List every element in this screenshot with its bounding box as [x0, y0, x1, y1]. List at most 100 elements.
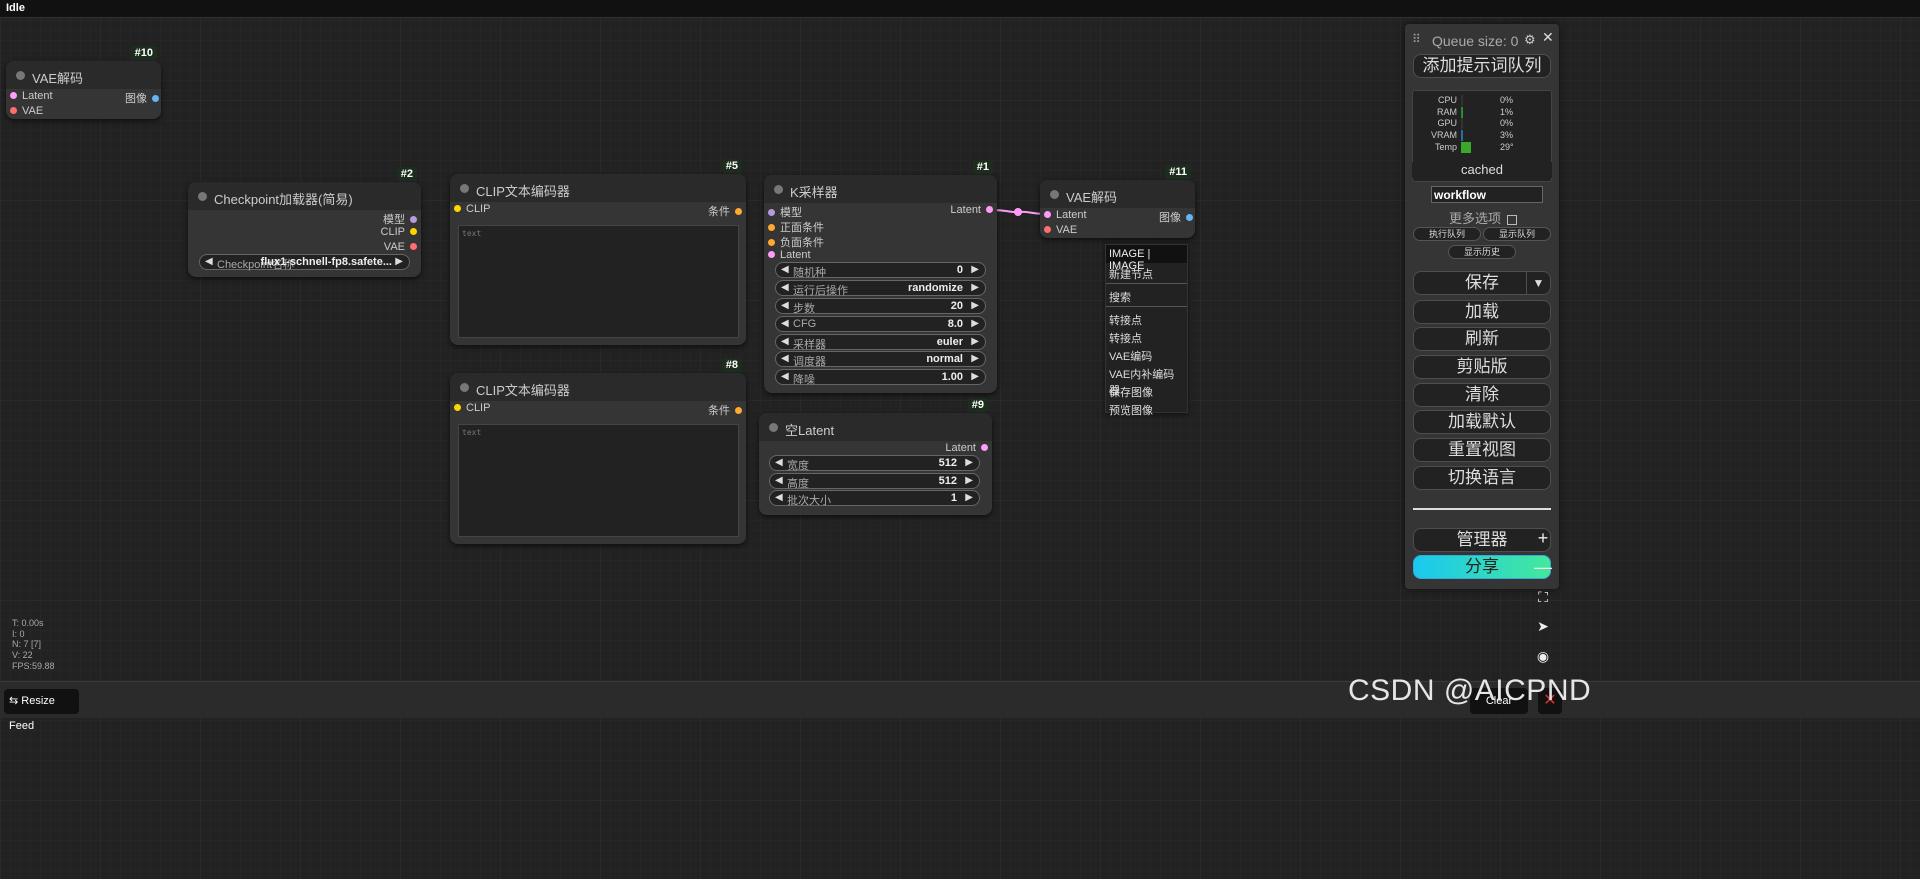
arrow-right-icon[interactable]: ▶ [971, 353, 979, 364]
arrow-right-icon[interactable]: ▶ [965, 457, 973, 468]
latent-pin-icon[interactable] [1044, 210, 1051, 218]
arrow-left-icon[interactable]: ◀ [781, 318, 789, 329]
node-ksampler[interactable]: #1 K采样器 模型 正面条件 负面条件 Latent Latent ◀ 随机种 0… [764, 160, 997, 393]
more-options-checkbox[interactable] [1506, 214, 1517, 225]
node-checkpoint-loader[interactable]: #2 Checkpoint加载器(简易) 模型 CLIP VAE ◀ Check… [188, 167, 421, 277]
vae-pin-icon[interactable] [410, 242, 417, 250]
arrow-left-icon[interactable]: ◀ [781, 371, 789, 382]
drag-handle-icon[interactable]: ⠿ [1412, 32, 1421, 46]
input-slot-latent[interactable]: Latent [768, 249, 811, 261]
arrow-left-icon[interactable]: ◀ [781, 300, 789, 311]
input-slot-latent[interactable]: Latent [10, 90, 53, 102]
widget-height[interactable]: ◀ 高度 512 ▶ [769, 473, 980, 490]
latent-pin-icon[interactable] [768, 250, 775, 258]
conditioning-pin-icon[interactable] [768, 238, 775, 246]
arrow-right-icon[interactable]: ▶ [971, 282, 979, 293]
arrow-left-icon[interactable]: ◀ [781, 353, 789, 364]
collapse-dot-icon[interactable] [16, 71, 25, 80]
node-vae-decode-10[interactable]: #10 VAE解码 Latent VAE 图像 [6, 46, 161, 119]
resize-feed-button[interactable]: ⇆ Resize Feed [4, 689, 79, 732]
conditioning-pin-icon[interactable] [768, 223, 775, 231]
vae-pin-icon[interactable] [1044, 225, 1051, 233]
menu-item-reroute-1[interactable]: 转接点 [1106, 309, 1187, 327]
output-slot-image[interactable]: 图像 [1159, 209, 1193, 225]
zoom-out-icon[interactable]: — [1528, 553, 1558, 581]
latent-pin-icon[interactable] [986, 205, 993, 213]
clip-pin-icon[interactable] [410, 227, 417, 235]
clear-button[interactable]: 清除 [1413, 383, 1551, 407]
output-slot-clip[interactable]: CLIP [381, 226, 417, 238]
latent-pin-icon[interactable] [10, 91, 17, 99]
collapse-dot-icon[interactable] [460, 184, 469, 193]
model-pin-icon[interactable] [410, 215, 417, 223]
collapse-dot-icon[interactable] [460, 383, 469, 392]
input-slot-model[interactable]: 模型 [768, 204, 802, 220]
widget-cfg[interactable]: ◀ CFG 8.0 ▶ [775, 316, 986, 332]
show-queue-button[interactable]: 显示队列 [1483, 227, 1551, 241]
eye-icon[interactable]: ◉ [1528, 642, 1558, 670]
arrow-right-icon[interactable]: ▶ [971, 300, 979, 311]
close-icon[interactable]: ✕ [1542, 29, 1554, 46]
menu-item-save-image[interactable]: 保存图像 [1106, 381, 1187, 399]
save-button[interactable]: 保存 ▼ [1413, 271, 1551, 295]
node-title[interactable]: K采样器 [764, 175, 997, 203]
arrow-right-icon[interactable]: ▶ [971, 318, 979, 329]
arrow-right-icon[interactable]: ▶ [971, 264, 979, 275]
arrow-right-icon[interactable]: ▶ [971, 336, 979, 347]
image-pin-icon[interactable] [1186, 213, 1193, 221]
vae-pin-icon[interactable] [10, 106, 17, 114]
node-title[interactable]: CLIP文本编码器 [450, 174, 746, 202]
output-slot-conditioning[interactable]: 条件 [708, 203, 742, 219]
collapse-dot-icon[interactable] [198, 192, 207, 201]
conditioning-pin-icon[interactable] [735, 207, 742, 215]
input-slot-vae[interactable]: VAE [10, 105, 43, 117]
output-slot-model[interactable]: 模型 [383, 211, 417, 227]
widget-sampler[interactable]: ◀ 采样器 euler ▶ [775, 334, 986, 351]
widget-steps[interactable]: ◀ 步数 20 ▶ [775, 298, 986, 315]
reset-view-button[interactable]: 重置视图 [1413, 438, 1551, 462]
input-slot-clip[interactable]: CLIP [454, 402, 490, 414]
conditioning-pin-icon[interactable] [735, 406, 742, 414]
send-arrow-icon[interactable]: ➤ [1528, 612, 1558, 640]
arrow-left-icon[interactable]: ◀ [205, 256, 213, 267]
menu-item-reroute-2[interactable]: 转接点 [1106, 327, 1187, 345]
fit-view-icon[interactable]: ⛶ [1528, 583, 1558, 611]
more-options-row[interactable]: 更多选项 [1449, 208, 1517, 227]
arrow-left-icon[interactable]: ◀ [775, 492, 783, 503]
node-clip-text-encode-8[interactable]: #8 CLIP文本编码器 CLIP 条件 text [450, 358, 746, 544]
input-slot-negative[interactable]: 负面条件 [768, 234, 824, 250]
arrow-left-icon[interactable]: ◀ [781, 282, 789, 293]
widget-batch-size[interactable]: ◀ 批次大小 1 ▶ [769, 490, 980, 507]
prompt-textarea[interactable]: text [458, 424, 739, 537]
menu-item-preview-image[interactable]: 预览图像 [1106, 399, 1187, 417]
widget-seed[interactable]: ◀ 随机种 0 ▶ [775, 262, 986, 279]
clip-pin-icon[interactable] [454, 403, 461, 411]
node-title[interactable]: VAE解码 [1040, 180, 1195, 208]
output-slot-image[interactable]: 图像 [125, 90, 159, 106]
arrow-right-icon[interactable]: ▶ [971, 371, 979, 382]
collapse-dot-icon[interactable] [774, 185, 783, 194]
node-title[interactable]: Checkpoint加载器(简易) [188, 182, 421, 210]
node-title[interactable]: VAE解码 [6, 61, 161, 89]
switch-language-button[interactable]: 切换语言 [1413, 466, 1551, 490]
ckpt-name-combo[interactable]: ◀ Checkpoint名称 flux1-schnell-fp8.safete.… [199, 254, 410, 271]
workflow-name-input[interactable]: workflow [1431, 186, 1543, 203]
node-title[interactable]: CLIP文本编码器 [450, 373, 746, 401]
node-vae-decode-11[interactable]: #11 VAE解码 Latent VAE 图像 [1040, 165, 1195, 238]
menu-item-new-node[interactable]: 新建节点 [1106, 263, 1187, 281]
arrow-left-icon[interactable]: ◀ [775, 457, 783, 468]
widget-control-after-generate[interactable]: ◀ 运行后操作 randomize ▶ [775, 280, 986, 297]
output-slot-latent[interactable]: Latent [945, 442, 988, 454]
load-default-button[interactable]: 加载默认 [1413, 410, 1551, 434]
arrow-right-icon[interactable]: ▶ [965, 492, 973, 503]
arrow-left-icon[interactable]: ◀ [781, 336, 789, 347]
clip-pin-icon[interactable] [454, 204, 461, 212]
latent-pin-icon[interactable] [981, 443, 988, 451]
arrow-left-icon[interactable]: ◀ [781, 264, 789, 275]
menu-item-vae-inpaint-encode[interactable]: VAE内补编码器 [1106, 363, 1187, 397]
zoom-in-icon[interactable]: + [1528, 524, 1558, 552]
node-clip-text-encode-5[interactable]: #5 CLIP文本编码器 CLIP 条件 text [450, 159, 746, 345]
node-title[interactable]: 空Latent [759, 413, 992, 441]
input-slot-vae[interactable]: VAE [1044, 224, 1077, 236]
chevron-down-icon[interactable]: ▼ [1526, 272, 1550, 294]
